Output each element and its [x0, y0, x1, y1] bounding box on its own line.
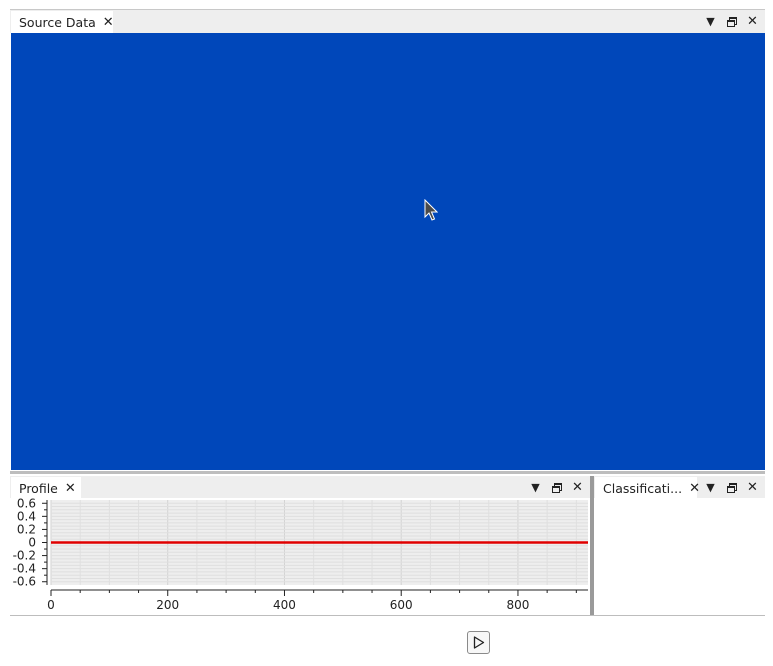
close-icon[interactable]: ✕: [742, 15, 763, 28]
close-icon[interactable]: ✕: [103, 16, 114, 29]
y-tick-label: 0.2: [17, 522, 36, 536]
classification-tabbar: Classificati... ✕ ▼ ✕: [594, 476, 765, 499]
x-tick-label: 600: [390, 598, 413, 612]
tab-source-data-label: Source Data: [19, 14, 96, 30]
x-tick-label: 0: [47, 598, 55, 612]
y-tick-label: 0: [28, 536, 36, 550]
restore-window-icon[interactable]: [721, 16, 742, 27]
chevron-down-icon[interactable]: ▼: [525, 482, 546, 493]
classification-content: [594, 498, 765, 615]
mouse-pointer-icon: [424, 199, 438, 221]
tab-profile[interactable]: Profile ✕: [11, 477, 81, 499]
profile-chart[interactable]: 0.60.40.20-0.2-0.4-0.60 200 400 600 800: [10, 496, 590, 615]
source-data-canvas[interactable]: [11, 33, 765, 470]
y-tick-label: 0.4: [17, 509, 36, 523]
classification-panel-controls: ▼ ✕: [700, 476, 763, 498]
profile-plot-area: 0.6 0.4 0.2 0 -0.2 -0.4 -0.6 0 200 400 600 800: [10, 496, 590, 615]
restore-window-icon[interactable]: [546, 482, 567, 493]
profile-tabbar: Profile ✕ ▼ ✕: [10, 476, 590, 499]
tab-profile-label: Profile: [19, 480, 58, 496]
y-tick-label: -0.6: [13, 575, 36, 589]
tab-classification-label: Classificati...: [603, 480, 683, 496]
close-icon[interactable]: ✕: [65, 482, 76, 495]
source-data-tabbar: Source Data ✕ ▼ ✕: [10, 10, 765, 33]
close-icon[interactable]: ✕: [689, 482, 700, 495]
x-tick-label: 200: [156, 598, 179, 612]
y-tick-label: -0.2: [13, 549, 36, 563]
chevron-down-icon[interactable]: ▼: [700, 482, 721, 493]
play-icon: [473, 636, 484, 649]
tab-classification[interactable]: Classificati... ✕: [595, 477, 700, 499]
play-button[interactable]: [467, 631, 490, 654]
y-tick-label: -0.4: [13, 562, 36, 576]
horizontal-splitter[interactable]: [10, 471, 765, 474]
x-tick-label: 400: [273, 598, 296, 612]
status-divider: [10, 615, 765, 616]
source-data-panel-controls: ▼ ✕: [700, 10, 763, 32]
profile-panel-controls: ▼ ✕: [525, 476, 588, 498]
chevron-down-icon[interactable]: ▼: [700, 16, 721, 27]
tab-source-data[interactable]: Source Data ✕: [11, 11, 114, 33]
close-icon[interactable]: ✕: [742, 481, 763, 494]
close-icon[interactable]: ✕: [567, 481, 588, 494]
restore-window-icon[interactable]: [721, 482, 742, 493]
x-tick-label: 800: [507, 598, 530, 612]
